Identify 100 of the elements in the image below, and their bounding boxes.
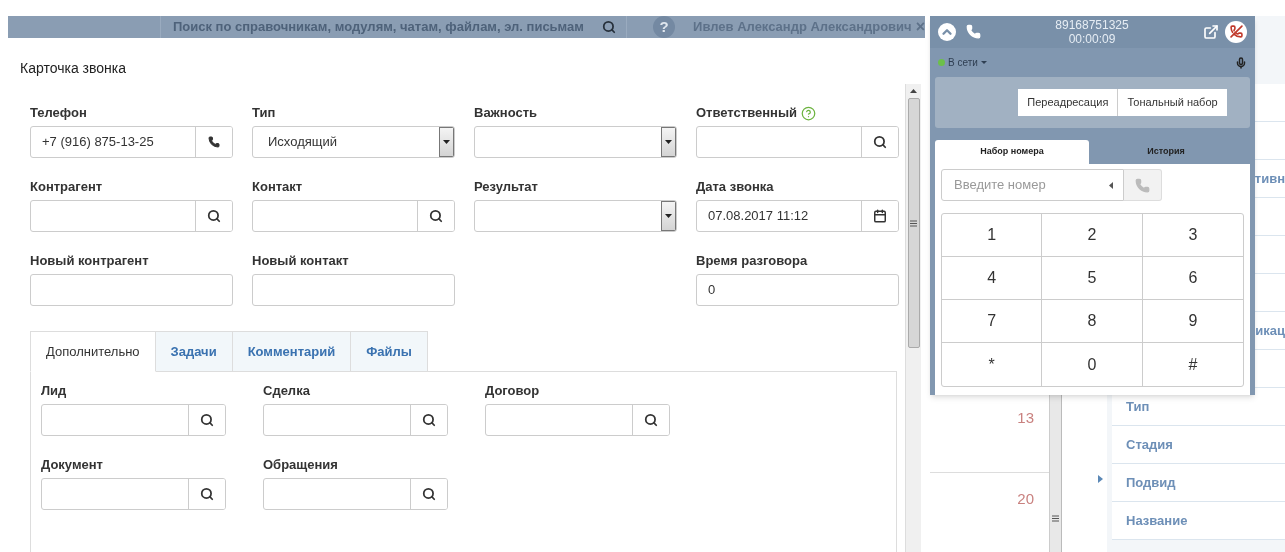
triangle-right-icon (1097, 475, 1103, 483)
calendar-icon (873, 209, 887, 223)
search-icon (200, 487, 214, 501)
search-icon (422, 487, 436, 501)
field-label: Дата звонка (696, 178, 774, 197)
search-button[interactable] (417, 201, 454, 231)
caret-icon (443, 140, 450, 144)
status-dropdown[interactable]: В сети (948, 55, 987, 71)
hang-up-button[interactable] (1225, 20, 1247, 43)
grip-icon (910, 219, 917, 227)
dropdown-button[interactable] (661, 127, 676, 157)
field-value: +7 (916) 875-13-25 (42, 133, 154, 152)
tab[interactable]: История (1089, 140, 1243, 164)
keypad-key[interactable]: * (942, 343, 1043, 386)
input-field[interactable] (263, 478, 448, 510)
input-field[interactable] (30, 200, 233, 232)
keypad-key[interactable]: 6 (1142, 257, 1243, 300)
keypad-key[interactable]: 4 (942, 257, 1043, 300)
input-field[interactable] (41, 404, 226, 436)
search-icon (429, 209, 443, 223)
phone-icon[interactable] (966, 24, 981, 40)
select-field[interactable]: Исходящий (252, 126, 455, 158)
tab[interactable]: Задачи (155, 331, 233, 372)
input-field[interactable] (485, 404, 670, 436)
tab[interactable]: Набор номера (935, 140, 1089, 164)
field-label: Обращения (263, 456, 338, 475)
input-field[interactable] (696, 126, 899, 158)
keypad-key[interactable]: 8 (1042, 300, 1143, 343)
field-label: Ответственный (696, 104, 797, 123)
keypad-key[interactable]: 7 (942, 300, 1043, 343)
hang-up-icon (1229, 25, 1243, 39)
tab[interactable]: Файлы (351, 331, 428, 372)
dropdown-button[interactable] (661, 201, 676, 231)
search-button[interactable] (195, 201, 232, 231)
field-label: Договор (485, 382, 540, 401)
call-button[interactable] (195, 127, 232, 157)
search-button[interactable] (188, 479, 225, 509)
search-icon (207, 209, 221, 223)
field-label: Тип (252, 104, 276, 123)
calendar-day: 13 (1017, 407, 1034, 472)
field-label: Контрагент (30, 178, 103, 197)
field-value: 07.08.2017 11:12 (708, 207, 809, 226)
scrollbar[interactable] (905, 84, 921, 552)
search-placeholder: Поиск по справочникам, модулям, чатам, файлам, эл. письмам (173, 18, 585, 37)
search-icon (644, 413, 658, 427)
external-link-icon[interactable] (1203, 23, 1219, 40)
field-label: Документ (41, 456, 103, 475)
search-button[interactable] (410, 405, 447, 435)
triangle-left-icon (1109, 181, 1113, 189)
keypad-key[interactable]: 2 (1042, 214, 1143, 257)
input-field[interactable] (41, 478, 226, 510)
phone-icon (208, 136, 220, 148)
field-value: Исходящий (268, 133, 337, 152)
input-field[interactable]: 07.08.2017 11:12 (696, 200, 899, 232)
input-field[interactable]: +7 (916) 875-13-25 (30, 126, 233, 158)
field-label: Новый контрагент (30, 252, 149, 271)
field-label: Новый контакт (252, 252, 349, 271)
tab[interactable]: Дополнительно (30, 331, 156, 372)
field-label: Важность (474, 104, 538, 123)
search-icon (200, 413, 214, 427)
scrollbar-thumb[interactable] (907, 98, 920, 348)
microphone-icon[interactable] (1235, 56, 1247, 69)
search-icon (602, 20, 617, 34)
search-button[interactable] (188, 405, 225, 435)
field-label: Телефон (30, 104, 87, 123)
action-button[interactable]: Переадресация (1018, 89, 1118, 117)
input-field[interactable] (252, 200, 455, 232)
tab[interactable]: Комментарий (232, 331, 352, 372)
keypad-key[interactable]: 9 (1142, 300, 1243, 343)
field-label: Время разговора (696, 252, 808, 271)
up-arrow-icon (910, 89, 917, 93)
input-field[interactable] (263, 404, 448, 436)
select-field[interactable] (474, 126, 677, 158)
keypad-key[interactable]: 1 (942, 214, 1043, 257)
search-button[interactable] (861, 127, 898, 157)
search-icon (873, 135, 887, 149)
card-title: Карточка звонка (20, 59, 127, 78)
keypad-key[interactable]: # (1142, 343, 1243, 386)
search-button[interactable] (632, 405, 669, 435)
input-field[interactable] (252, 274, 455, 306)
grip-icon (1052, 515, 1059, 522)
calendar-button[interactable] (861, 201, 898, 231)
field-label: Результат (474, 178, 538, 197)
call-timer: 00:00:09 (1068, 31, 1116, 46)
input-placeholder: Введите номер (954, 176, 1047, 195)
caret-icon (665, 140, 672, 144)
keypad-key[interactable]: 3 (1142, 214, 1243, 257)
keypad-key[interactable]: 0 (1042, 343, 1143, 386)
input-field[interactable] (30, 274, 233, 306)
caret-icon (665, 214, 672, 218)
select-field[interactable] (474, 200, 677, 232)
input-field[interactable]: 0 (696, 274, 899, 306)
collapse-button[interactable] (938, 22, 956, 41)
calendar-day: 20 (1017, 487, 1034, 552)
search-icon (422, 413, 436, 427)
action-button[interactable]: Тональный набор (1117, 89, 1227, 117)
caret-icon (980, 61, 987, 65)
keypad-key[interactable]: 5 (1042, 257, 1143, 300)
search-button[interactable] (410, 479, 447, 509)
dropdown-button[interactable] (439, 127, 454, 157)
